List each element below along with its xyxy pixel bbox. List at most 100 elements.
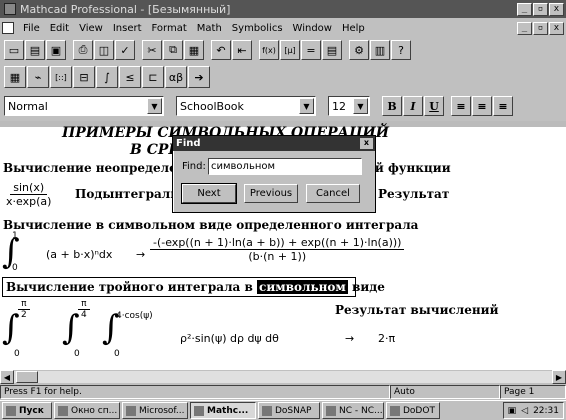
font-value: SchoolBook bbox=[180, 99, 244, 113]
preview-icon: ◫ bbox=[98, 43, 110, 57]
task-nc[interactable]: NC - NC... bbox=[322, 402, 384, 419]
font-size-select[interactable]: 12 ▼ bbox=[328, 96, 370, 116]
evaluation-button[interactable]: ⊟ bbox=[73, 66, 95, 88]
style-select[interactable]: Normal ▼ bbox=[4, 96, 164, 116]
word-icon bbox=[126, 405, 136, 416]
integral-sign-inner-icon: ∫ bbox=[102, 308, 120, 348]
insert-component-button[interactable]: ▥ bbox=[370, 40, 390, 60]
doc-minimize-button[interactable]: _ bbox=[517, 21, 532, 35]
matrix-button[interactable]: [::] bbox=[50, 66, 72, 88]
keyboard-layout-icon[interactable]: ▣ bbox=[508, 406, 517, 416]
equals-button[interactable]: ▤ bbox=[322, 40, 342, 60]
open-button[interactable]: ▤ bbox=[25, 40, 45, 60]
align-left-button[interactable]: ≡ bbox=[451, 96, 471, 116]
find-previous-button[interactable]: Previous bbox=[244, 184, 298, 203]
component-icon: ⚙ bbox=[354, 43, 364, 57]
menu-view[interactable]: View bbox=[74, 23, 108, 34]
find-input[interactable]: символьном bbox=[208, 158, 362, 175]
document-icon[interactable] bbox=[2, 22, 14, 34]
scroll-left-icon[interactable]: ◀ bbox=[0, 370, 14, 384]
restore-button[interactable]: ▫ bbox=[533, 2, 548, 16]
text-calc-result: Результат вычислений bbox=[335, 303, 499, 317]
align-center-button[interactable]: ≡ bbox=[472, 96, 492, 116]
find-row: Find: символьном bbox=[182, 158, 375, 175]
calculus-button[interactable]: ∫ bbox=[96, 66, 118, 88]
align-right-button[interactable]: ≡ bbox=[493, 96, 513, 116]
integrand-fraction: sin(x) x·exp(a) bbox=[3, 181, 54, 208]
calculator-button[interactable]: ▦ bbox=[4, 66, 26, 88]
close-button[interactable]: x bbox=[549, 2, 564, 16]
paste-button[interactable]: ▦ bbox=[184, 40, 204, 60]
save-icon: ▣ bbox=[50, 43, 62, 57]
system-tray: ▣ ◁ 22:31 bbox=[502, 402, 564, 419]
int-a-upper-den: 2 bbox=[21, 310, 27, 320]
horizontal-scrollbar[interactable]: ◀ ▶ bbox=[0, 370, 566, 384]
result2-denominator: (b·(n + 1)) bbox=[248, 250, 307, 263]
calculate-button[interactable]: = bbox=[301, 40, 321, 60]
insert-function-button[interactable]: f(x) bbox=[259, 40, 279, 60]
scroll-track[interactable] bbox=[14, 371, 552, 383]
calculator-icon: ▦ bbox=[9, 70, 21, 84]
task-dodot[interactable]: DoDOT bbox=[386, 402, 440, 419]
align-button[interactable]: ⇤ bbox=[232, 40, 252, 60]
component-button[interactable]: ⚙ bbox=[349, 40, 369, 60]
greek-button[interactable]: αβ bbox=[165, 66, 187, 88]
menu-file[interactable]: File bbox=[18, 23, 45, 34]
boolean-button[interactable]: ≤ bbox=[119, 66, 141, 88]
menu-edit[interactable]: Edit bbox=[45, 23, 74, 34]
save-button[interactable]: ▣ bbox=[46, 40, 66, 60]
new-button[interactable]: ▭ bbox=[4, 40, 24, 60]
matrix-icon: [::] bbox=[55, 72, 67, 82]
task-dosnap[interactable]: DoSNAP bbox=[258, 402, 320, 419]
symbolic-button[interactable]: ➔ bbox=[188, 66, 210, 88]
preview-button[interactable]: ◫ bbox=[94, 40, 114, 60]
print-button[interactable]: ⎙ bbox=[73, 40, 93, 60]
spell-button[interactable]: ✓ bbox=[115, 40, 135, 60]
minimize-button[interactable]: _ bbox=[517, 2, 532, 16]
text-triple-integral-prefix: Вычисление тройного интеграла в bbox=[6, 280, 258, 294]
task-mathcad[interactable]: Mathc... bbox=[190, 402, 256, 419]
font-dropdown-arrow-icon[interactable]: ▼ bbox=[299, 98, 314, 114]
menu-symbolics[interactable]: Symbolics bbox=[227, 23, 288, 34]
mathcad-app-icon[interactable] bbox=[4, 3, 16, 15]
start-label: Пуск bbox=[19, 405, 44, 416]
size-dropdown-arrow-icon[interactable]: ▼ bbox=[353, 98, 368, 114]
find-dialog-close-icon[interactable]: x bbox=[360, 138, 373, 149]
find-next-button[interactable]: Next bbox=[181, 183, 237, 204]
doc-close-button[interactable]: x bbox=[549, 21, 564, 35]
scroll-thumb[interactable] bbox=[16, 371, 38, 383]
menu-insert[interactable]: Insert bbox=[108, 23, 147, 34]
italic-button[interactable]: I bbox=[403, 96, 423, 116]
underline-button[interactable]: U bbox=[424, 96, 444, 116]
align-center-icon: ≡ bbox=[477, 99, 487, 113]
volume-icon[interactable]: ◁ bbox=[521, 406, 528, 416]
style-dropdown-arrow-icon[interactable]: ▼ bbox=[147, 98, 162, 114]
task-microsoft[interactable]: Microsof... bbox=[122, 402, 188, 419]
bold-button[interactable]: B bbox=[382, 96, 402, 116]
start-button[interactable]: Пуск bbox=[2, 402, 52, 419]
copy-icon: ⧉ bbox=[169, 43, 177, 56]
programming-button[interactable]: ⊏ bbox=[142, 66, 164, 88]
scroll-right-icon[interactable]: ▶ bbox=[552, 370, 566, 384]
int-b-upper-limit: π 4 bbox=[78, 299, 90, 320]
find-cancel-button[interactable]: Cancel bbox=[306, 184, 360, 203]
task-explorer[interactable]: Окно сп... bbox=[54, 402, 120, 419]
menu-format[interactable]: Format bbox=[147, 23, 192, 34]
text-definite-integral: Вычисление в символьном виде определенно… bbox=[3, 218, 419, 232]
graph-button[interactable]: ⌁ bbox=[27, 66, 49, 88]
copy-button[interactable]: ⧉ bbox=[163, 40, 183, 60]
window-controls: _ ▫ x bbox=[517, 2, 564, 16]
help-button[interactable]: ? bbox=[391, 40, 411, 60]
font-select[interactable]: SchoolBook ▼ bbox=[176, 96, 316, 116]
undo-button[interactable]: ↶ bbox=[211, 40, 231, 60]
menu-math[interactable]: Math bbox=[192, 23, 227, 34]
doc-restore-button[interactable]: ▫ bbox=[533, 21, 548, 35]
status-bar: Press F1 for help. Auto Page 1 bbox=[0, 384, 566, 400]
insert-unit-button[interactable]: [μ] bbox=[280, 40, 300, 60]
status-help-text: Press F1 for help. bbox=[0, 385, 390, 399]
find-dialog-titlebar[interactable]: Find x bbox=[173, 136, 375, 151]
nc-icon bbox=[326, 405, 336, 416]
cut-button[interactable]: ✂ bbox=[142, 40, 162, 60]
menu-help[interactable]: Help bbox=[337, 23, 370, 34]
menu-window[interactable]: Window bbox=[288, 23, 337, 34]
